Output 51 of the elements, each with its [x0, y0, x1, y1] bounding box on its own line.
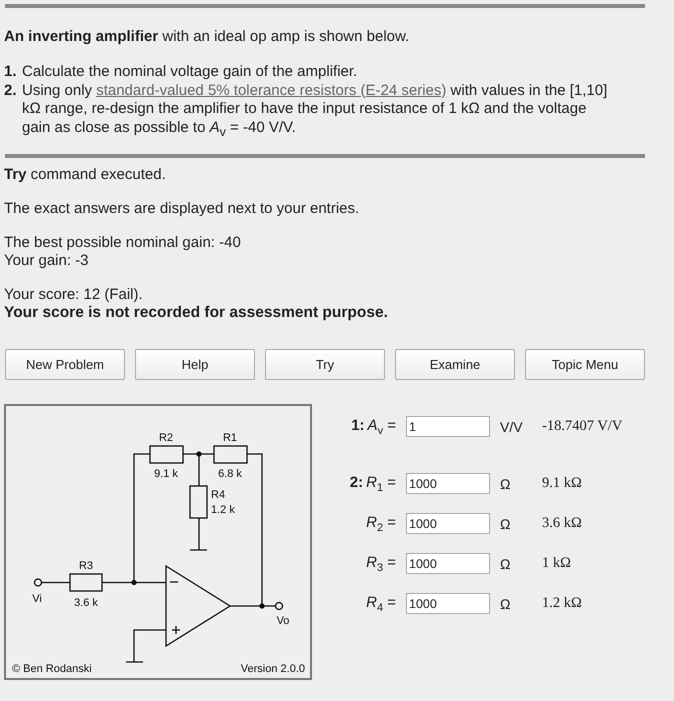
question-number: 2: — [350, 474, 364, 492]
unit-label: Ω — [500, 476, 512, 492]
exact-answer: 1.2 kΩ — [542, 595, 582, 612]
variable-label: A$_{v}$ = — [368, 416, 396, 436]
exact-answer: 9.1 kΩ — [542, 475, 582, 492]
copyright-text: © Ben Rodanski — [12, 663, 92, 675]
unit-label: V/V — [500, 418, 524, 434]
resistor-series-link[interactable]: standard-valued 5% tolerance resistors (E-24 series) — [96, 82, 446, 98]
answer-field[interactable]: 1000 — [406, 513, 490, 534]
action-button[interactable]: Examine — [395, 349, 515, 380]
resistor-label: R1 — [222, 432, 238, 444]
message-text: The best possible nominal gain: -40 — [4, 234, 242, 252]
resistor-value: 1.2 k — [211, 504, 235, 516]
task-text: Using only standard-valued 5% tolerance resistors (E-24 series) with values in the [1,10] kΩ range, re-design the amplifier to have the input resistance of 1 kΩ and the voltage gain as close as possible to A$_{v}$ = -40 V/V. — [22, 82, 608, 140]
answer-field[interactable]: 1000 — [406, 473, 490, 494]
task-number: 2. — [4, 82, 18, 100]
variable-label: R$_{3}$ = — [366, 554, 396, 574]
question-number: 1: — [351, 416, 365, 436]
task-text: Calculate the nominal voltage gain of the amplifier. — [22, 63, 358, 82]
resistor-label: R2 — [158, 432, 174, 444]
task-number: 1. — [4, 63, 18, 82]
answer-field[interactable]: 1 — [406, 416, 490, 437]
unit-label: Ω — [500, 596, 512, 612]
unit-label: Ω — [500, 556, 512, 572]
message-text: Your score is not recorded for assessment purpose. — [4, 304, 389, 322]
intro-text: An inverting amplifier with an ideal op amp is shown below. — [4, 28, 410, 46]
action-button[interactable]: Help — [135, 349, 255, 380]
resistor-value: 3.6 k — [74, 597, 98, 609]
message-text: The exact answers are displayed next to your entries. — [4, 200, 360, 218]
answer-field[interactable]: 1000 — [406, 593, 490, 614]
terminal-label: Vi — [32, 593, 42, 605]
variable-label: R$_{4}$ = — [366, 594, 396, 614]
exact-answer: 3.6 kΩ — [542, 515, 582, 532]
resistor-value: 9.1 k — [154, 468, 178, 480]
message-text: Your gain: -3 — [4, 252, 90, 270]
resistor-label: R4 — [211, 489, 226, 501]
answer-field[interactable]: 1000 — [406, 553, 490, 574]
variable-label: R$_{2}$ = — [366, 514, 396, 534]
action-button[interactable]: New Problem — [5, 349, 125, 380]
action-button[interactable]: Topic Menu — [525, 349, 645, 380]
terminal-label: Vo — [276, 615, 290, 627]
exact-answer: -18.7407 V/V — [542, 418, 622, 435]
message-text: Try command executed. — [4, 166, 167, 184]
action-button[interactable]: Try — [265, 349, 385, 380]
message-text: Your score: 12 (Fail). — [4, 286, 144, 304]
exact-answer: 1 kΩ — [542, 555, 571, 572]
resistor-label: R3 — [78, 560, 94, 572]
resistor-value: 6.8 k — [218, 468, 242, 480]
unit-label: Ω — [500, 516, 512, 532]
variable-label: R$_{1}$ = — [366, 474, 396, 494]
version-text: Version 2.0.0 — [240, 663, 305, 675]
